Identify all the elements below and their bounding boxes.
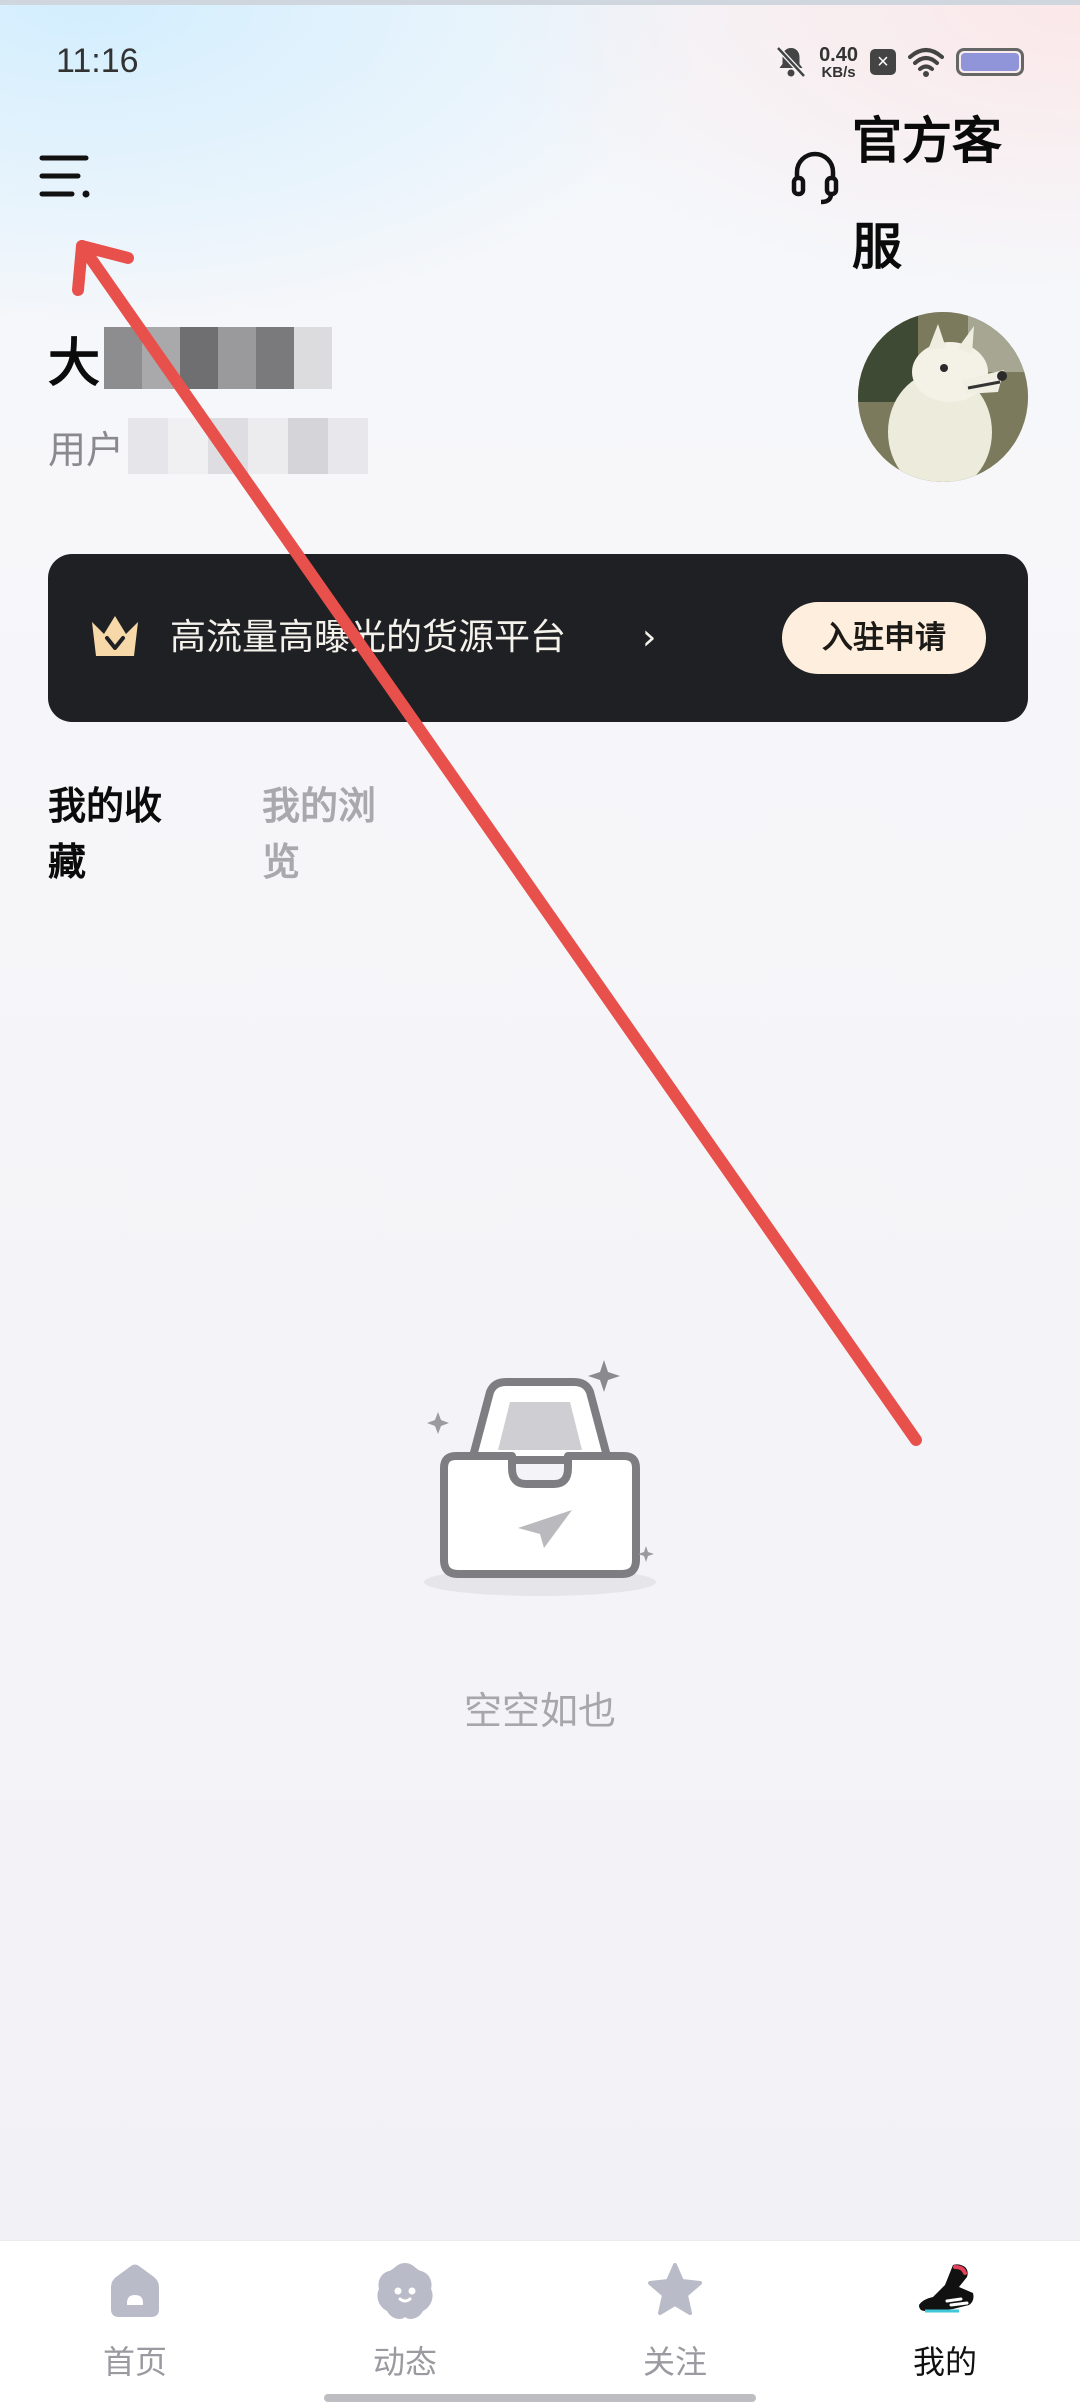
nav-label-follow: 关注 — [642, 2343, 707, 2381]
star-icon — [648, 2263, 702, 2315]
net-speed-value: 0.40 — [819, 43, 858, 66]
nav-label-moments: 动态 — [372, 2343, 437, 2381]
status-time: 11:16 — [56, 42, 139, 80]
user-id-text: 用户 — [48, 427, 125, 472]
user-id-redaction — [128, 418, 369, 474]
net-speed: 0.40 KB/s — [819, 45, 858, 80]
empty-inbox-icon — [424, 1360, 656, 1596]
sim-blocked-icon: × — [870, 49, 896, 75]
tab-favorites[interactable]: 我的收藏 — [48, 778, 188, 890]
top-edge — [0, 0, 1080, 5]
tab-history[interactable]: 我的浏览 — [262, 778, 402, 890]
avatar-image — [858, 312, 1028, 482]
nav-follow[interactable]: 关注 — [540, 2241, 810, 2408]
home-icon — [111, 2264, 159, 2317]
nav-mine[interactable]: 我的 — [810, 2241, 1080, 2408]
avatar[interactable] — [858, 312, 1028, 482]
nav-home[interactable]: 首页 — [0, 2241, 270, 2408]
bottom-nav: 首页 动态 关注 我的 — [0, 2240, 1080, 2408]
empty-state-text: 空空如也 — [463, 1689, 616, 1733]
net-speed-unit: KB/s — [821, 63, 856, 81]
chevron-right-icon: › — [642, 617, 657, 658]
nav-label-home: 首页 — [102, 2343, 167, 2381]
nav-moments[interactable]: 动态 — [270, 2241, 540, 2408]
banner-text: 高流量高曝光的货源平台 — [170, 617, 567, 658]
moments-icon — [377, 2263, 433, 2319]
name-redaction — [104, 327, 333, 389]
bell-muted-icon — [776, 46, 806, 78]
customer-service-label[interactable]: 官方客服 — [852, 88, 1042, 300]
battery-icon — [956, 48, 1024, 76]
nav-label-mine: 我的 — [912, 2343, 977, 2381]
crown-icon — [92, 616, 138, 656]
user-name: 大 — [48, 322, 333, 394]
home-indicator — [324, 2394, 756, 2402]
apply-button[interactable]: 入驻申请 — [782, 602, 986, 674]
merchant-banner[interactable]: 高流量高曝光的货源平台 › 入驻申请 — [48, 554, 1028, 722]
status-icons: 0.40 KB/s × — [775, 40, 1024, 84]
sneaker-icon — [919, 2264, 974, 2313]
menu-icon[interactable] — [38, 150, 92, 204]
user-name-text: 大 — [48, 333, 101, 394]
headset-icon[interactable] — [790, 148, 840, 208]
wifi-icon — [908, 48, 944, 77]
user-id: 用户 — [48, 416, 369, 476]
